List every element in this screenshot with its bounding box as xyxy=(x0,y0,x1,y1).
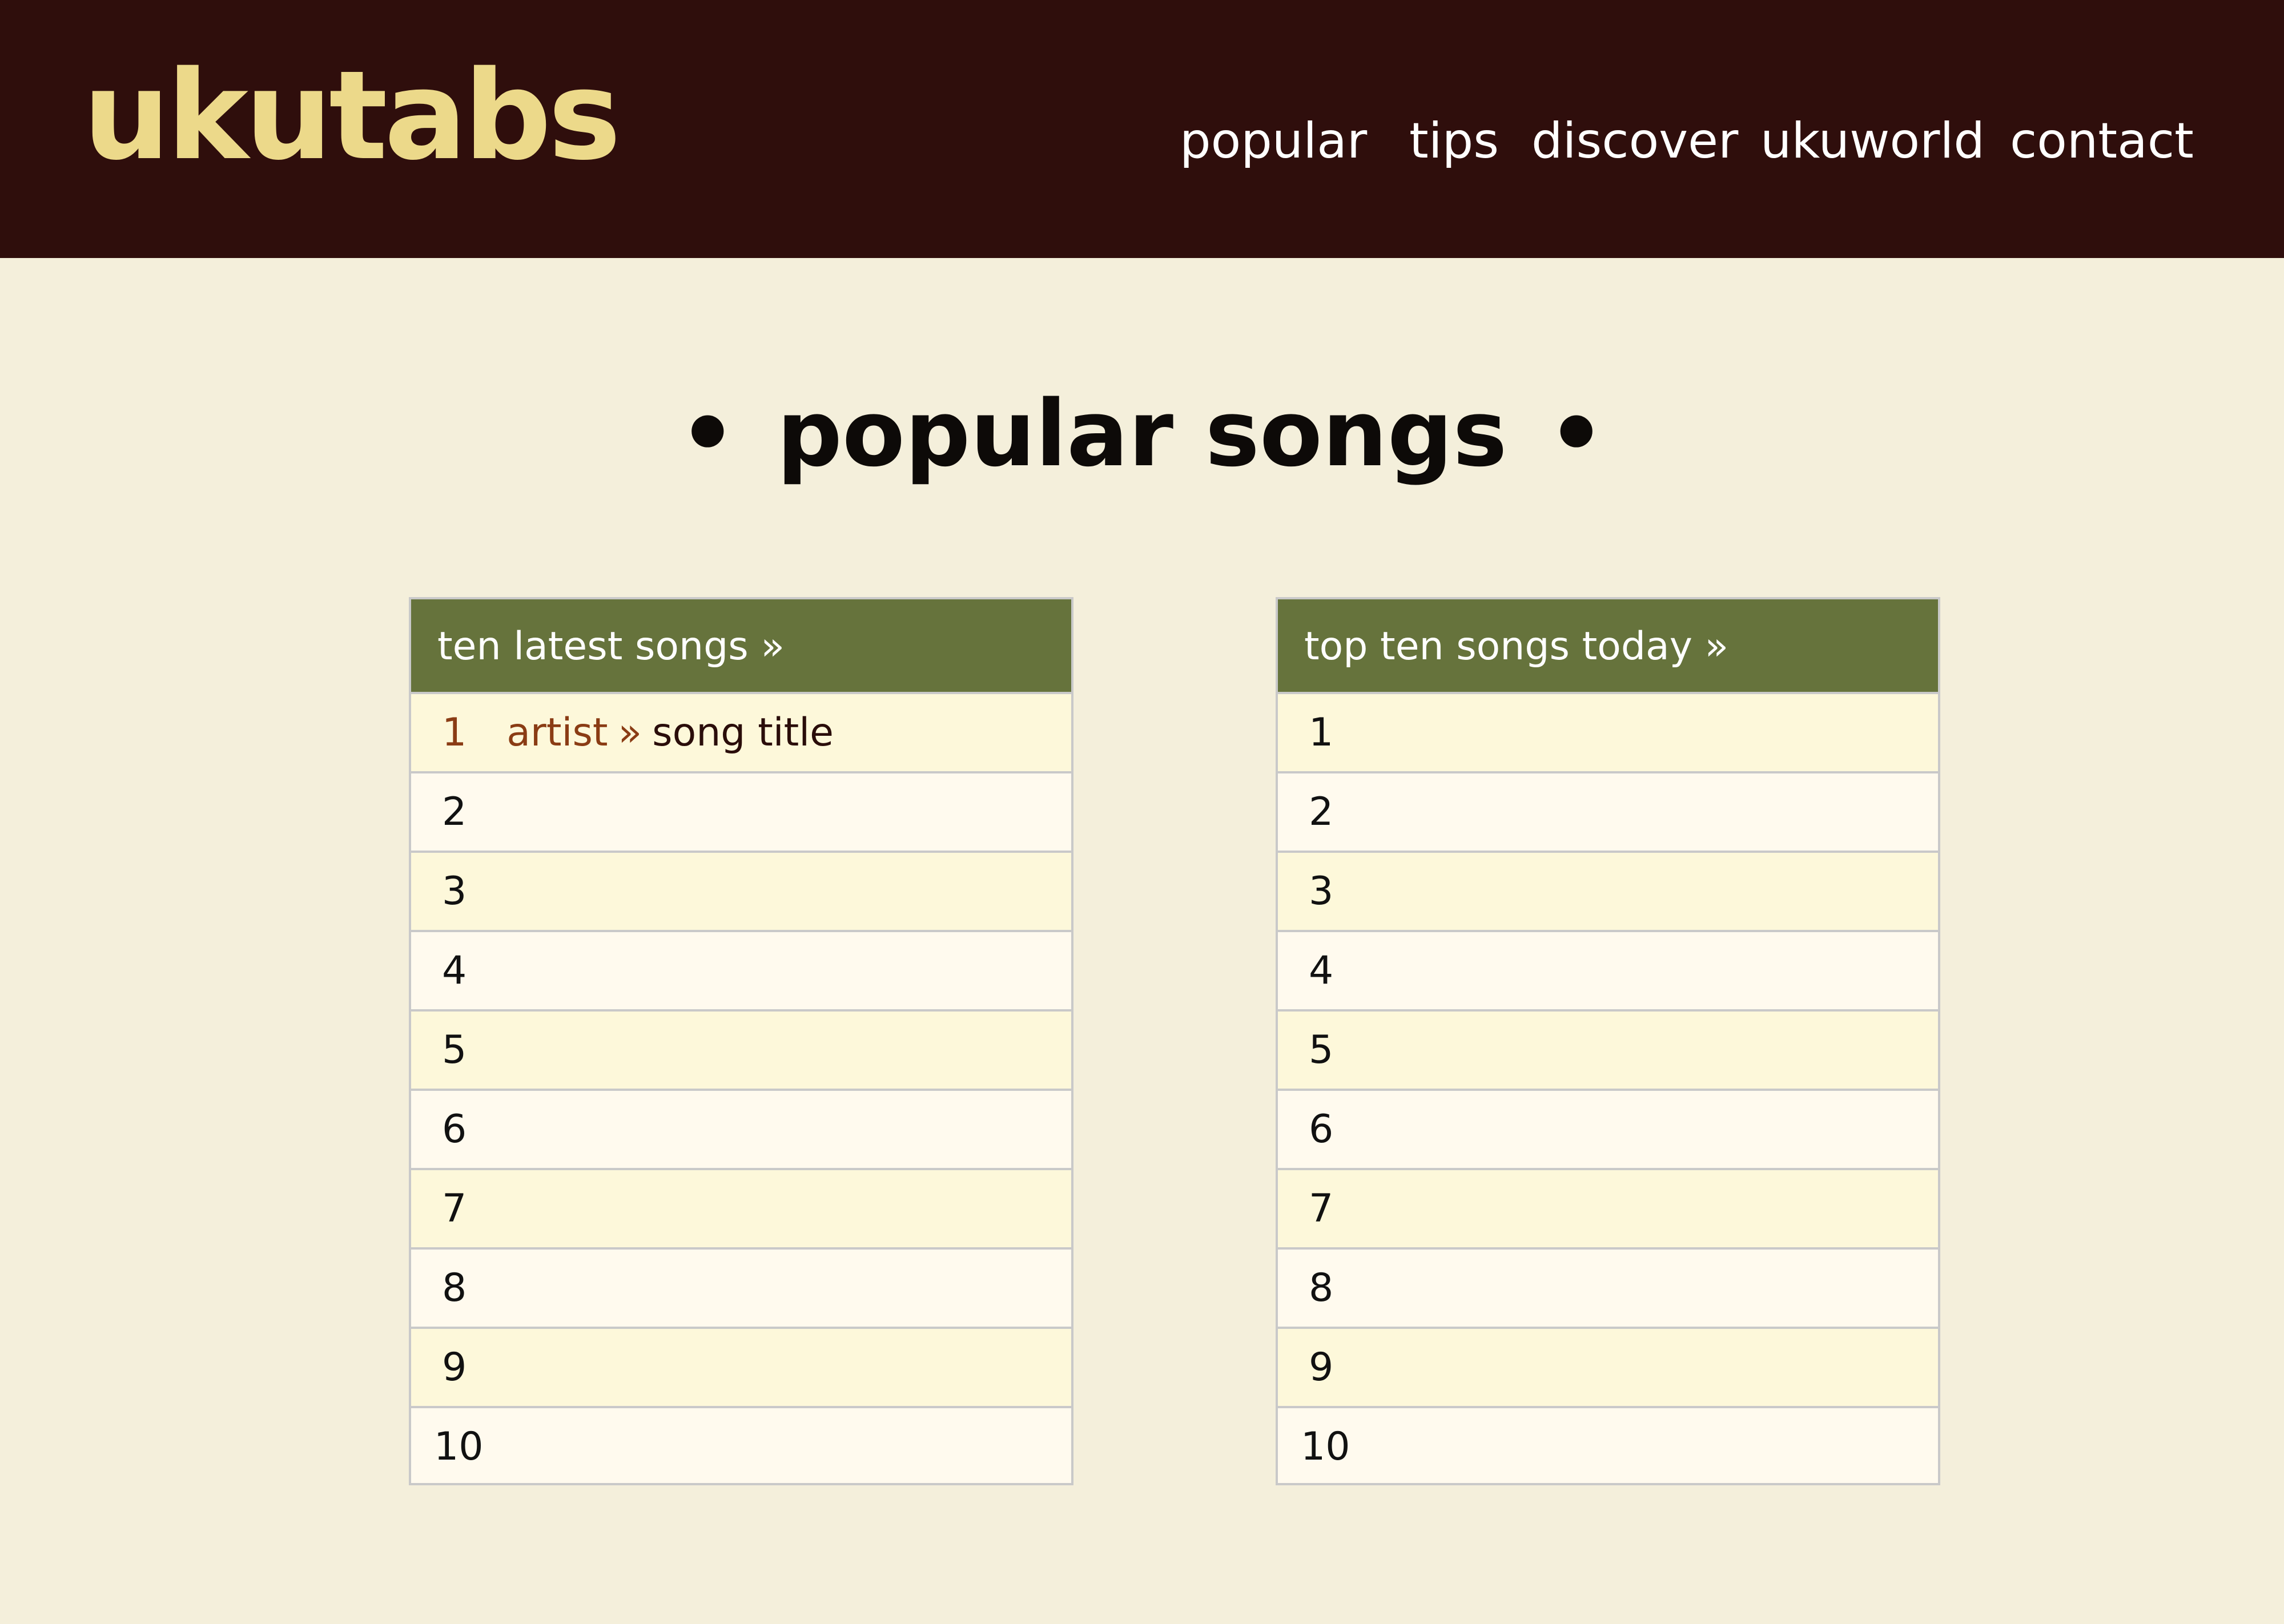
row-number: 9 xyxy=(1309,1345,1334,1390)
latest-songs-table: ten latest songs » 1 artist» song title 2 … xyxy=(409,597,1073,1485)
row-number: 7 xyxy=(442,1186,467,1231)
nav-contact[interactable]: contact xyxy=(2010,110,2194,172)
table-row[interactable]: 7 xyxy=(1276,1168,1940,1247)
row-number: 5 xyxy=(442,1027,467,1073)
row-number: 3 xyxy=(442,869,467,914)
row-number: 4 xyxy=(1309,948,1334,993)
nav-discover[interactable]: discover xyxy=(1531,110,1738,172)
row-number: 2 xyxy=(442,789,467,835)
row-number: 2 xyxy=(1309,789,1334,835)
table-row[interactable]: 10 xyxy=(409,1406,1073,1485)
table-row[interactable]: 8 xyxy=(1276,1247,1940,1327)
top-songs-table: top ten songs today » 1 2 3 4 5 6 7 8 9 … xyxy=(1276,597,1940,1485)
table-row[interactable]: 4 xyxy=(1276,930,1940,1009)
row-number: 3 xyxy=(1309,869,1334,914)
artist-link[interactable]: artist xyxy=(506,710,608,755)
page-title-text: popular songs xyxy=(777,380,1507,487)
table-row[interactable]: 2 xyxy=(1276,771,1940,851)
table-row[interactable]: 5 xyxy=(409,1009,1073,1089)
row-number: 9 xyxy=(442,1345,467,1390)
row-number: 7 xyxy=(1309,1186,1334,1231)
table-row[interactable]: 9 xyxy=(409,1327,1073,1406)
table-row[interactable]: 9 xyxy=(1276,1327,1940,1406)
top-bar: ukutabs popular tips discover ukuworld c… xyxy=(0,0,2284,258)
table-row[interactable]: 7 xyxy=(409,1168,1073,1247)
table-row[interactable]: 8 xyxy=(409,1247,1073,1327)
table-row[interactable]: 6 xyxy=(409,1089,1073,1168)
table-row[interactable]: 1 artist» song title xyxy=(409,692,1073,771)
nav-popular[interactable]: popular xyxy=(1180,110,1367,172)
page-title: • popular songs • xyxy=(0,377,2284,491)
table-row[interactable]: 6 xyxy=(1276,1089,1940,1168)
table-row[interactable]: 1 xyxy=(1276,692,1940,771)
latest-songs-header[interactable]: ten latest songs » xyxy=(409,597,1073,692)
table-row[interactable]: 3 xyxy=(1276,851,1940,930)
row-number: 6 xyxy=(1309,1107,1334,1152)
nav-tips[interactable]: tips xyxy=(1409,110,1499,172)
title-bullet-right: • xyxy=(1547,380,1606,487)
table-row[interactable]: 10 xyxy=(1276,1406,1940,1485)
row-number: 10 xyxy=(434,1424,484,1469)
nav-ukuworld[interactable]: ukuworld xyxy=(1760,110,1985,172)
table-row[interactable]: 3 xyxy=(409,851,1073,930)
separator: » xyxy=(618,710,642,755)
row-number: 5 xyxy=(1309,1027,1334,1073)
song-title-link[interactable]: song title xyxy=(652,710,834,755)
row-number: 1 xyxy=(442,710,467,755)
row-number: 6 xyxy=(442,1107,467,1152)
row-number: 8 xyxy=(442,1266,467,1311)
table-row[interactable]: 2 xyxy=(409,771,1073,851)
row-number: 4 xyxy=(442,948,467,993)
title-bullet-left: • xyxy=(678,380,737,487)
table-row[interactable]: 5 xyxy=(1276,1009,1940,1089)
row-number: 10 xyxy=(1301,1424,1350,1469)
row-number: 1 xyxy=(1309,710,1334,755)
main-nav: popular tips discover ukuworld contact xyxy=(0,110,2284,172)
top-songs-header[interactable]: top ten songs today » xyxy=(1276,597,1940,692)
row-number: 8 xyxy=(1309,1266,1334,1311)
table-row[interactable]: 4 xyxy=(409,930,1073,1009)
